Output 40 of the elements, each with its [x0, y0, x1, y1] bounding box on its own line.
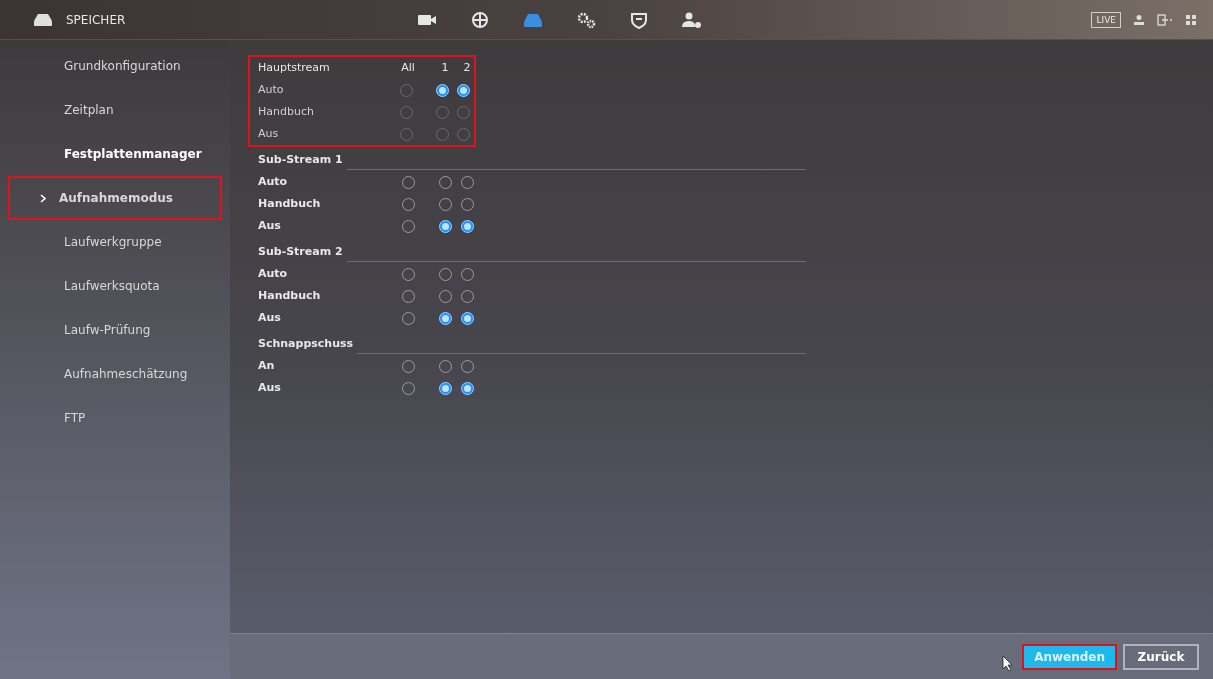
section-title: Schnappschuss: [257, 335, 355, 352]
option-label: Auto: [257, 81, 285, 98]
shield-icon[interactable]: [628, 10, 650, 29]
sidebar-item[interactable]: Aufnahmeschätzung: [8, 352, 222, 396]
column-header: All: [400, 59, 416, 76]
live-button[interactable]: LIVE: [1091, 11, 1121, 28]
section-title: Hauptstream: [257, 59, 331, 76]
section-title: Sub-Stream 2: [257, 243, 344, 260]
sidebar-item[interactable]: Laufw-Prüfung: [8, 308, 222, 352]
logout-icon[interactable]: [1157, 13, 1173, 26]
mouse-cursor-icon: [1002, 655, 1015, 672]
section-title: Sub-Stream 1: [257, 151, 344, 168]
user-icon[interactable]: [1133, 13, 1145, 26]
gears-icon[interactable]: [575, 10, 597, 29]
option-label: Aus: [257, 379, 282, 396]
option-label: Auto: [257, 173, 289, 190]
globe-icon[interactable]: [469, 10, 491, 29]
option-label: Auto: [257, 265, 289, 282]
option-label: Aus: [257, 217, 282, 234]
page-title: SPEICHER: [66, 11, 126, 29]
sidebar-item[interactable]: FTP: [8, 396, 222, 440]
option-label: Handbuch: [257, 287, 322, 304]
hard-drive-icon: [32, 11, 54, 28]
user-gear-icon[interactable]: [681, 10, 703, 29]
sidebar-item[interactable]: Festplattenmanager: [8, 132, 222, 176]
back-button[interactable]: Zurück: [1123, 643, 1199, 670]
chevron-right-icon: [40, 193, 47, 203]
sidebar-item[interactable]: Zeitplan: [8, 88, 222, 132]
sidebar-item[interactable]: Laufwerkgruppe: [8, 220, 222, 264]
option-label: Handbuch: [257, 103, 315, 120]
sidebar-item[interactable]: Laufwerksquota: [8, 264, 222, 308]
grid-icon[interactable]: [1185, 13, 1197, 26]
option-label: Aus: [257, 125, 280, 142]
option-label: An: [257, 357, 276, 374]
sidebar-item[interactable]: Grundkonfiguration: [8, 44, 222, 88]
option-label: Handbuch: [257, 195, 322, 212]
column-header: 1: [440, 59, 450, 76]
sidebar-item[interactable]: Aufnahmemodus: [8, 176, 222, 220]
column-header: 2: [462, 59, 472, 76]
option-label: Aus: [257, 309, 282, 326]
